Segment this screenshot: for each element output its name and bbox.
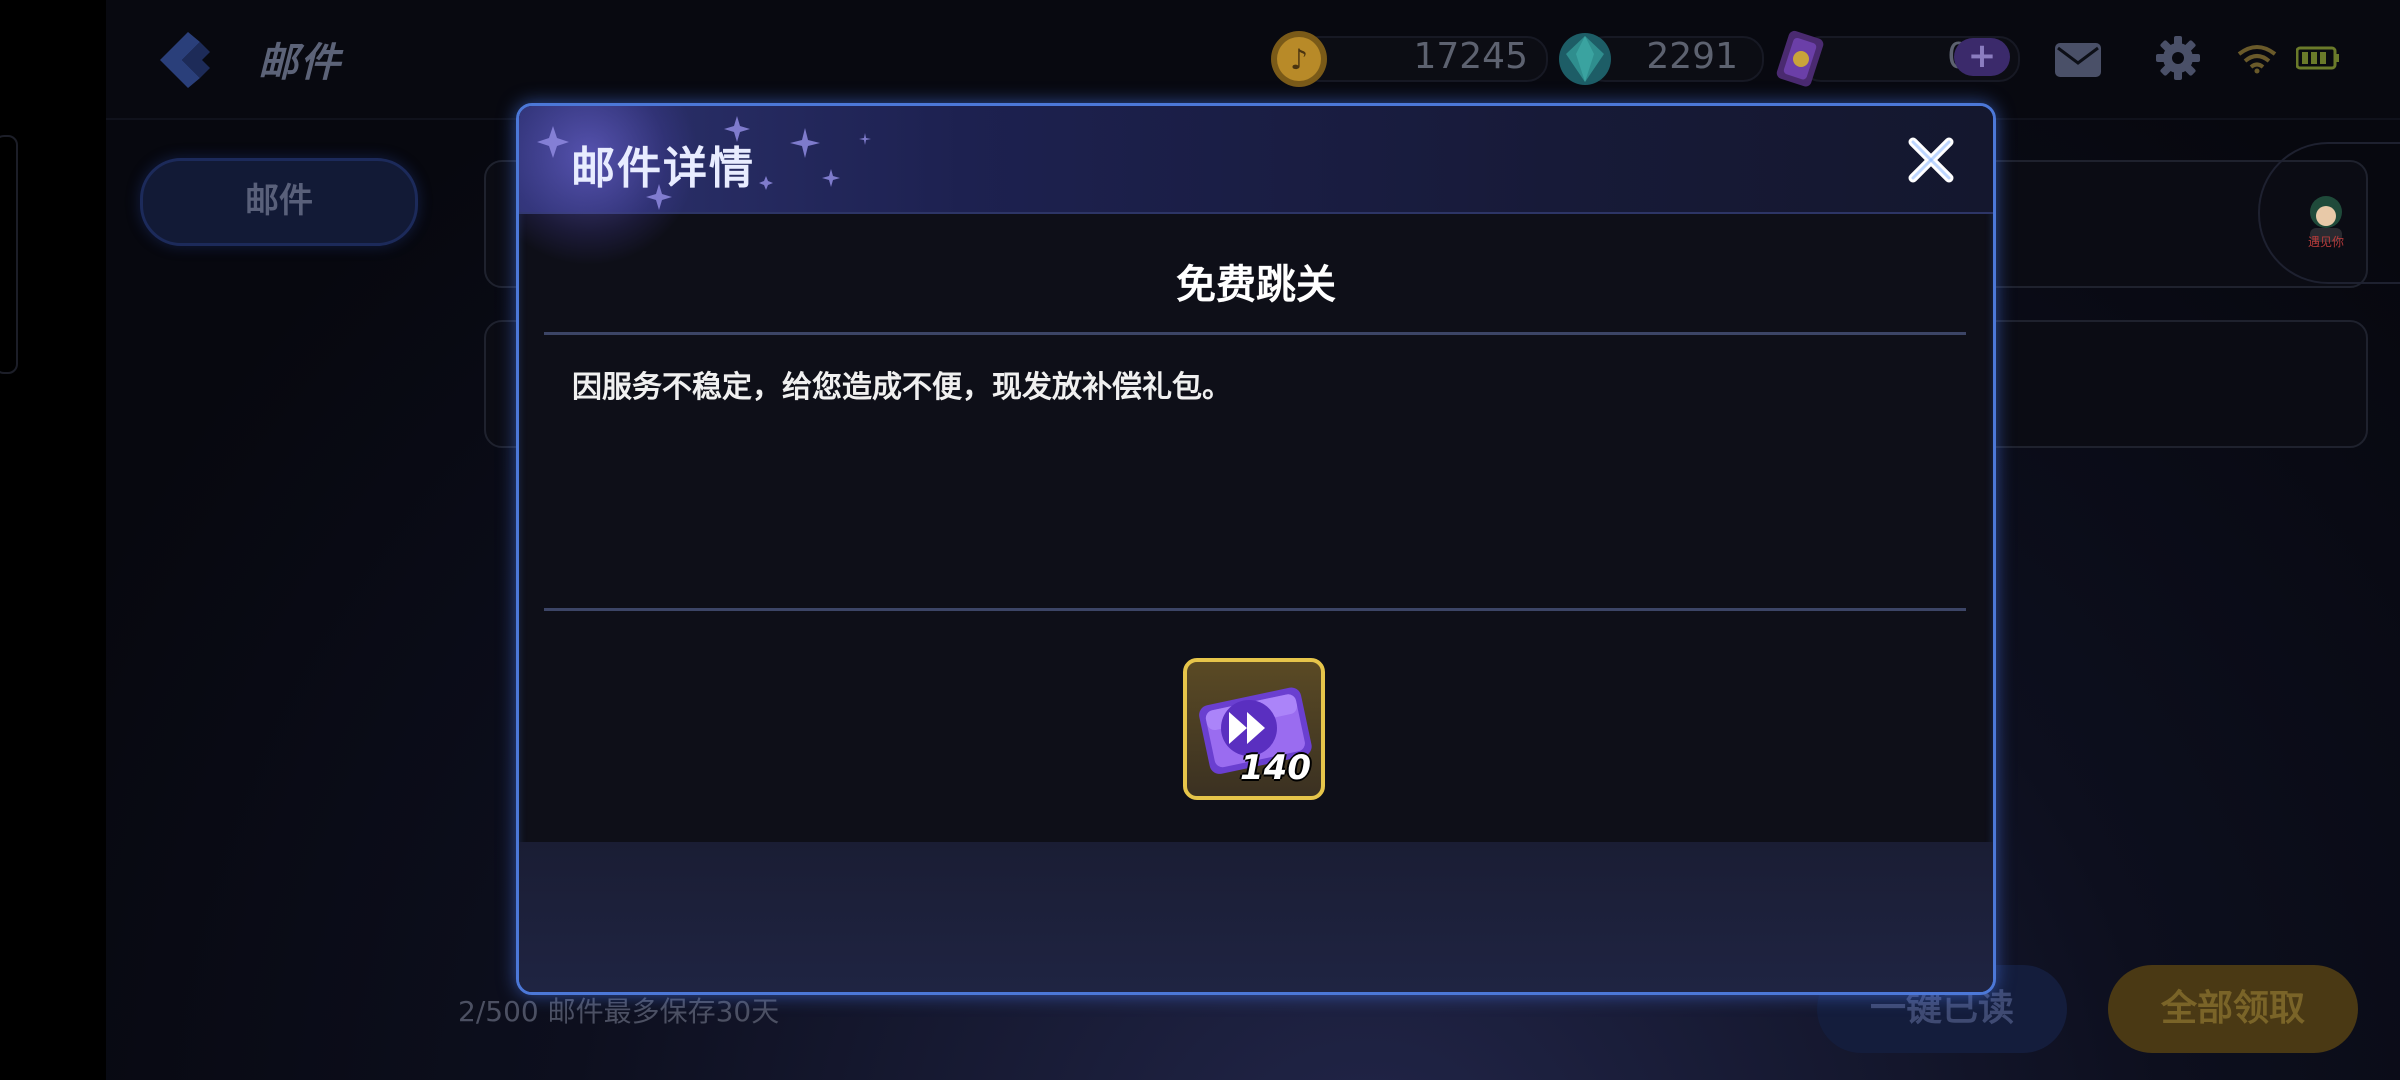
- gear-icon[interactable]: [2156, 36, 2200, 80]
- ticket-icon: [1776, 30, 1824, 87]
- reward-count: 140: [1240, 748, 1311, 788]
- mail-icon[interactable]: [2054, 42, 2102, 78]
- gem-icon: [1559, 33, 1611, 85]
- page-title: 邮件: [258, 40, 342, 86]
- game-screen: 邮件 17245 ♪ 2291 0 +: [0, 0, 2400, 1080]
- ticket-value: 0: [1830, 36, 1970, 78]
- add-currency-button[interactable]: +: [1954, 38, 2010, 76]
- wifi-icon: [2237, 45, 2277, 74]
- close-icon[interactable]: [1903, 132, 1959, 188]
- dialog-title: 邮件详情: [571, 143, 755, 194]
- mail-storage-info: 2/500 邮件最多保存30天: [458, 995, 780, 1028]
- currency-ticket: 0 +: [1770, 28, 2020, 87]
- mail-detail-dialog: 邮件详情 免费跳关 因服务不稳定，给您造成不便，现发放补偿礼包。 140: [516, 103, 1996, 995]
- bezel-notch: [0, 135, 18, 374]
- mail-body-text: 因服务不稳定，给您造成不便，现发放补偿礼包。: [572, 370, 1232, 405]
- claim-all-button[interactable]: 全部领取: [2108, 965, 2358, 1053]
- battery-icon: [2296, 46, 2339, 70]
- tab-mail[interactable]: 邮件: [140, 158, 418, 246]
- gold-coin-icon: ♪: [1271, 31, 1327, 87]
- divider-bottom: [544, 608, 1966, 611]
- currency-gem: 2291: [1554, 28, 1764, 86]
- divider-top: [544, 332, 1966, 335]
- dialog-header: 邮件详情: [519, 106, 1993, 266]
- device-bezel: [0, 0, 106, 1080]
- currency-gold: 17245 ♪: [1268, 28, 1548, 87]
- avatar-label: 遇见你: [2308, 235, 2345, 249]
- dialog-footer: [519, 842, 1993, 992]
- gold-value: 17245: [1413, 36, 1528, 77]
- mail-subject: 免费跳关: [1176, 262, 1336, 308]
- back-arrow-icon[interactable]: [152, 28, 216, 92]
- reward-item[interactable]: 140: [1183, 658, 1325, 800]
- svg-text:♪: ♪: [1290, 43, 1308, 76]
